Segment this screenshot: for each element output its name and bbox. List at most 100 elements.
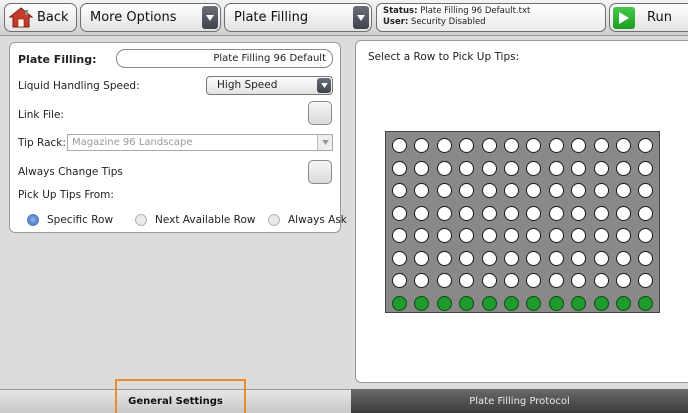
back-button[interactable]: Back — [4, 3, 77, 32]
tip-well[interactable] — [526, 228, 542, 243]
tip-well[interactable] — [571, 273, 587, 288]
tip-well[interactable] — [459, 295, 475, 311]
tip-well[interactable] — [392, 250, 407, 266]
tip-well[interactable] — [593, 183, 609, 198]
tip-well[interactable] — [504, 160, 519, 176]
tip-well[interactable] — [526, 160, 542, 176]
tip-well[interactable] — [392, 138, 407, 153]
speed-select[interactable]: High Speed — [206, 76, 333, 95]
tip-well[interactable] — [459, 250, 475, 266]
tip-well[interactable] — [436, 205, 452, 221]
tip-well[interactable] — [616, 183, 631, 198]
tip-rack-select[interactable]: Magazine 96 Landscape — [67, 134, 333, 151]
link-file-checkbox[interactable] — [308, 101, 332, 125]
tip-well[interactable] — [571, 138, 587, 153]
tip-well[interactable] — [593, 250, 609, 266]
tip-well[interactable] — [548, 250, 564, 266]
tip-well[interactable] — [459, 183, 475, 198]
tip-well[interactable] — [436, 183, 452, 198]
tip-well[interactable] — [481, 205, 497, 221]
radio-button[interactable] — [135, 214, 147, 226]
tip-well[interactable] — [571, 295, 587, 311]
tip-well[interactable] — [436, 138, 452, 153]
tip-well[interactable] — [392, 228, 407, 243]
tip-well[interactable] — [504, 295, 519, 311]
tip-well[interactable] — [616, 295, 631, 311]
tip-well[interactable] — [436, 273, 452, 288]
tip-well[interactable] — [481, 138, 497, 153]
tip-well[interactable] — [571, 228, 587, 243]
protocol-dropdown[interactable]: Plate Filling — [224, 3, 372, 32]
tip-well[interactable] — [526, 183, 542, 198]
tip-well[interactable] — [548, 160, 564, 176]
tip-well[interactable] — [548, 205, 564, 221]
tip-well[interactable] — [414, 160, 430, 176]
radio-always-ask[interactable]: Always Ask — [268, 214, 347, 226]
tip-well[interactable] — [593, 228, 609, 243]
tab-general-settings[interactable]: General Settings — [0, 389, 351, 413]
tip-well[interactable] — [459, 228, 475, 243]
always-change-tips-checkbox[interactable] — [308, 160, 332, 184]
tip-well[interactable] — [571, 250, 587, 266]
tip-well[interactable] — [548, 295, 564, 311]
tip-well[interactable] — [436, 250, 452, 266]
tip-well[interactable] — [638, 250, 654, 266]
tip-well[interactable] — [504, 250, 519, 266]
tip-well[interactable] — [481, 183, 497, 198]
radio-button[interactable] — [268, 214, 280, 226]
tip-well[interactable] — [504, 205, 519, 221]
tip-well[interactable] — [638, 183, 654, 198]
tip-well[interactable] — [414, 205, 430, 221]
tip-well[interactable] — [504, 273, 519, 288]
tip-well[interactable] — [436, 160, 452, 176]
tip-well[interactable] — [504, 183, 519, 198]
more-options-dropdown[interactable]: More Options — [80, 3, 221, 32]
tip-well[interactable] — [436, 228, 452, 243]
tip-well[interactable] — [571, 205, 587, 221]
tip-well[interactable] — [548, 228, 564, 243]
run-button[interactable]: Run — [609, 3, 688, 32]
tip-well[interactable] — [616, 138, 631, 153]
plate-filling-name-field[interactable]: Plate Filling 96 Default — [116, 49, 333, 68]
tip-well[interactable] — [481, 273, 497, 288]
tip-well[interactable] — [392, 160, 407, 176]
tab-plate-filling-protocol[interactable]: Plate Filling Protocol — [351, 389, 688, 413]
tip-well[interactable] — [616, 228, 631, 243]
tip-well[interactable] — [616, 273, 631, 288]
tip-well[interactable] — [414, 183, 430, 198]
tip-well[interactable] — [526, 295, 542, 311]
tip-well[interactable] — [526, 273, 542, 288]
tip-well[interactable] — [593, 205, 609, 221]
tip-well[interactable] — [392, 273, 407, 288]
tip-well[interactable] — [526, 138, 542, 153]
tip-well[interactable] — [616, 250, 631, 266]
tip-well[interactable] — [593, 160, 609, 176]
tip-well[interactable] — [459, 138, 475, 153]
tip-well[interactable] — [392, 183, 407, 198]
tip-well[interactable] — [638, 205, 654, 221]
tip-well[interactable] — [481, 250, 497, 266]
tip-well[interactable] — [593, 273, 609, 288]
tip-well[interactable] — [638, 273, 654, 288]
tip-well[interactable] — [593, 295, 609, 311]
tip-well[interactable] — [459, 273, 475, 288]
tip-well[interactable] — [414, 295, 430, 311]
tip-well[interactable] — [593, 138, 609, 153]
tip-well[interactable] — [481, 160, 497, 176]
tip-well[interactable] — [548, 183, 564, 198]
radio-next-available-row[interactable]: Next Available Row — [135, 214, 256, 226]
tip-well[interactable] — [414, 138, 430, 153]
tip-well[interactable] — [526, 205, 542, 221]
tip-well[interactable] — [638, 295, 654, 311]
tip-well[interactable] — [392, 295, 407, 311]
tip-well[interactable] — [414, 250, 430, 266]
tip-well[interactable] — [504, 138, 519, 153]
tip-well[interactable] — [571, 183, 587, 198]
tip-well[interactable] — [638, 160, 654, 176]
tip-well[interactable] — [526, 250, 542, 266]
tip-well[interactable] — [638, 138, 654, 153]
tip-plate-grid[interactable] — [385, 131, 660, 313]
tip-well[interactable] — [616, 205, 631, 221]
tip-well[interactable] — [616, 160, 631, 176]
tip-well[interactable] — [548, 273, 564, 288]
